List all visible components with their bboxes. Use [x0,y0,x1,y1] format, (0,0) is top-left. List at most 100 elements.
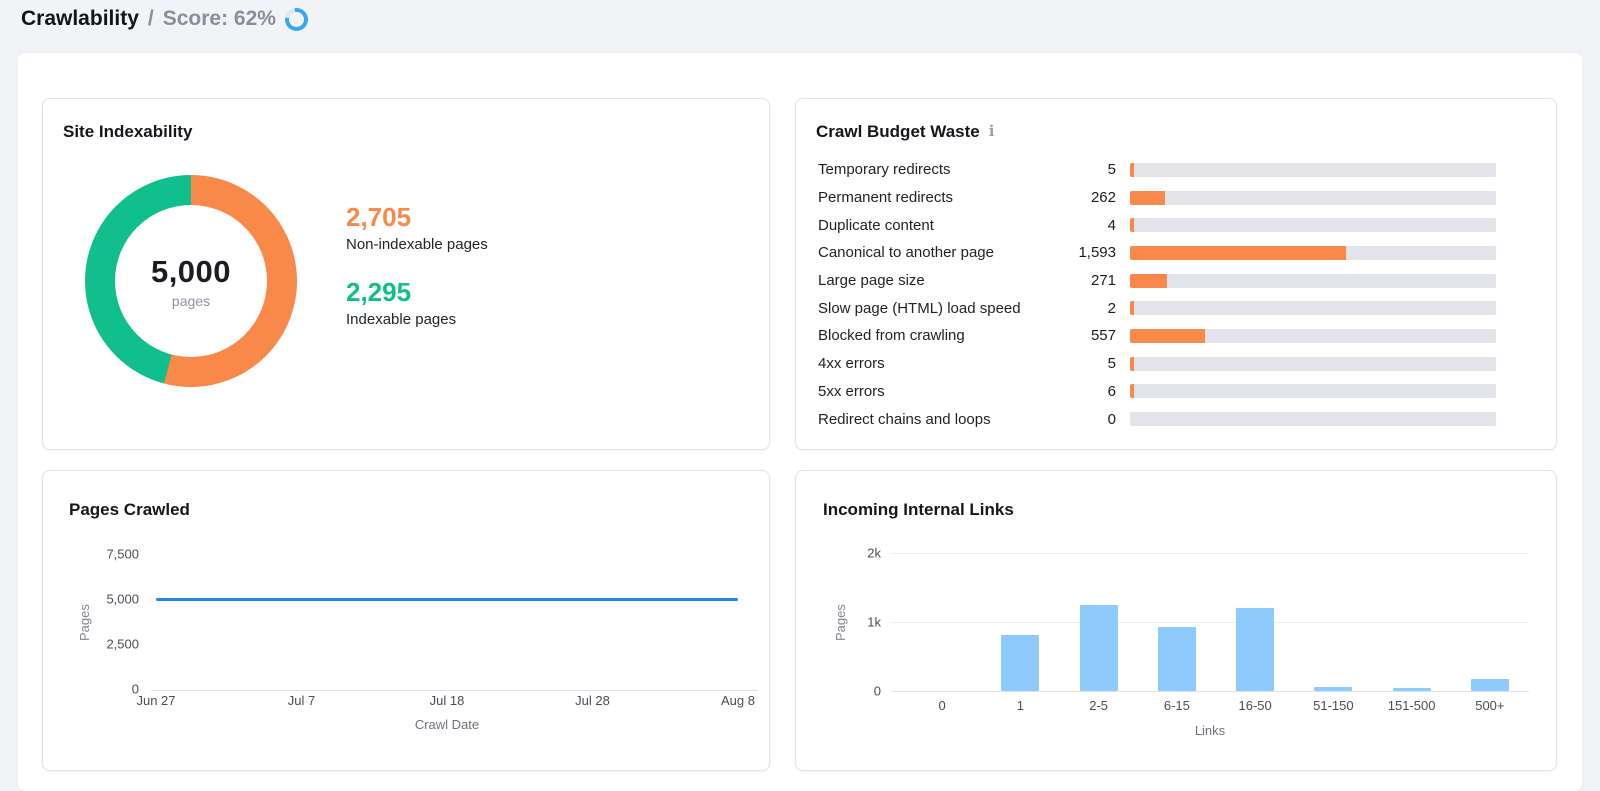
x-tick-label: Aug 8 [721,693,755,708]
indexable-label: Indexable pages [346,311,457,329]
issue-bar-fill [1130,273,1167,288]
issue-label: Temporary redirects [818,161,951,179]
loading-spinner-icon [284,7,308,31]
issue-label: Slow page (HTML) load speed [818,299,1021,317]
issue-bar-fill [1130,218,1134,233]
non-indexable-count: 2,705 [346,202,412,232]
issue-count: 271 [1090,272,1116,290]
issue-bar-track [1130,218,1496,233]
issue-bar-track [1130,412,1496,427]
links-bar [1314,687,1353,691]
issue-bar-fill [1130,328,1206,343]
legend-non-indexable: 2,705 Non-indexable pages [346,202,488,253]
issue-count: 2 [1107,299,1116,317]
y-tick-0: 0 [131,681,139,697]
issue-bar-track [1130,301,1496,316]
donut-total-pages: 5,000 [150,253,232,289]
issue-label: 5xx errors [818,382,885,400]
issue-bar-track [1130,384,1496,399]
x-tick-label: 500+ [1475,698,1505,713]
pages-crawled-title: Pages Crawled [69,500,190,519]
issue-bar-fill [1130,162,1134,177]
page-header: Crawlability / Score: 62% [21,7,308,31]
x-tick-label: 151-500 [1387,698,1436,713]
issue-label: Canonical to another page [818,244,994,262]
x-tick-label: Jun 27 [136,693,176,708]
x-tick-label: 6-15 [1163,698,1190,713]
crawl-budget-row: Permanent redirects 262 [818,184,1496,212]
bar-slot [1373,553,1451,691]
issue-count: 557 [1090,327,1116,345]
links-bar [1392,688,1431,691]
crawl-budget-row: Slow page (HTML) load speed 2 [818,294,1496,322]
issue-bar-track [1130,162,1496,177]
issue-count: 0 [1107,410,1116,428]
dashboard-card: Site Indexability 5,000 pages 2,705 Non-… [18,53,1582,791]
x-tick-label: 51-150 [1313,698,1354,713]
page-title: Crawlability [21,7,139,30]
y-tick-2k: 2k [867,545,881,561]
crawl-budget-row: 5xx errors 6 [818,378,1496,406]
links-bar [1236,607,1275,691]
bar-slot [1060,553,1138,691]
issue-bar-track [1130,328,1496,343]
site-indexability-title: Site Indexability [63,122,193,141]
incoming-links-bars [891,553,1529,691]
legend-indexable: 2,295 Indexable pages [346,277,488,328]
issue-bar-track [1130,356,1496,371]
issue-bar-track [1130,190,1496,205]
links-bar [1001,635,1040,691]
issue-label: 4xx errors [818,355,885,373]
x-axis-line [151,690,758,691]
site-indexability-donut-chart: 5,000 pages [85,175,297,387]
bar-slot [1294,553,1372,691]
issue-bar-fill [1130,384,1134,399]
crawl-budget-row: 4xx errors 5 [818,350,1496,378]
x-tick-label: 1 [1016,698,1024,713]
issue-bar-track [1130,245,1496,260]
crawl-budget-title: Crawl Budget Waste i [816,122,994,142]
issue-count: 5 [1107,161,1116,179]
crawl-budget-row: Duplicate content 4 [818,211,1496,239]
links-bar [1157,626,1196,691]
pages-crawled-x-labels: Jun 27 Jul 7 Jul 18 Jul 28 Aug 8 [136,693,755,709]
non-indexable-label: Non-indexable pages [346,236,488,254]
x-axis-line [891,691,1529,692]
incoming-links-title: Incoming Internal Links [823,500,1014,519]
pages-crawled-panel: Pages Crawled 7,500 5,000 2,500 0 Pages … [42,470,770,771]
y-tick-7500: 7,500 [106,546,139,562]
info-icon[interactable]: i [989,122,995,140]
issue-bar-track [1130,273,1496,288]
y-axis-name: Pages [77,604,92,642]
issue-bar-fill [1130,356,1134,371]
pages-crawled-line-series [156,598,738,601]
bar-slot [1138,553,1216,691]
x-tick-label: Jul 7 [287,693,316,708]
issue-bar-fill [1130,245,1346,260]
crawl-budget-row: Temporary redirects 5 [818,156,1496,184]
issue-bar-fill [1130,190,1166,205]
links-bar [1470,679,1509,691]
donut-unit-label: pages [171,292,211,309]
issue-bar-fill [1130,301,1134,316]
crawl-budget-title-text: Crawl Budget Waste [816,122,980,141]
crawl-budget-waste-panel: Crawl Budget Waste i Temporary redirects 5… [795,98,1557,450]
issue-count: 4 [1107,216,1116,234]
links-bar [1079,605,1118,691]
crawl-budget-row: Canonical to another page 1,593 [818,239,1496,267]
x-tick-label: 16-50 [1238,698,1272,713]
x-tick-label: 0 [938,698,946,713]
y-axis-name: Pages [833,604,848,642]
indexable-count: 2,295 [346,277,412,308]
crawl-budget-row: Blocked from crawling 557 [818,322,1496,350]
issue-label: Duplicate content [818,216,934,234]
y-tick-1k: 1k [867,614,881,630]
issue-label: Large page size [818,272,925,290]
site-indexability-panel: Site Indexability 5,000 pages 2,705 Non-… [42,98,770,450]
crawl-budget-rows: Temporary redirects 5 Permanent redirects 2… [818,156,1496,433]
donut-center: 5,000 pages [115,205,267,357]
incoming-links-x-labels: 0 1 2-5 6-15 16-50 51-150 151-500 500+ [891,698,1529,713]
issue-count: 262 [1090,189,1116,207]
issue-count: 6 [1107,382,1116,400]
bar-slot [1451,553,1529,691]
